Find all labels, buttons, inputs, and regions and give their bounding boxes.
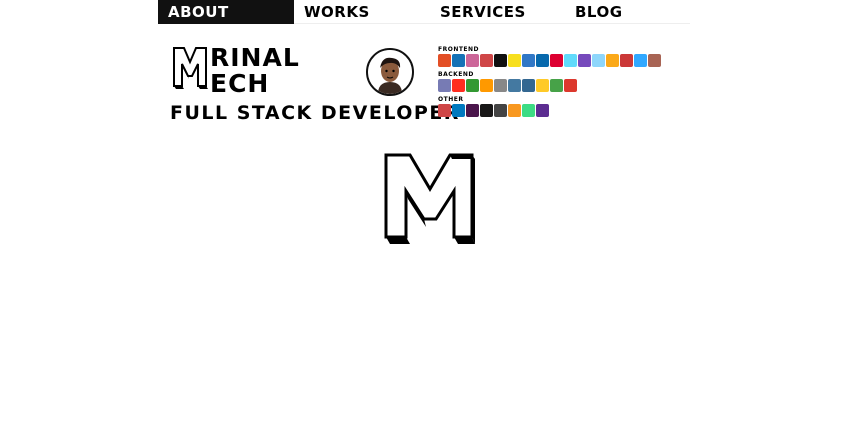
bootstrap-icon <box>494 54 507 67</box>
html5-icon <box>438 54 451 67</box>
sass-icon <box>466 54 479 67</box>
photoshop-icon <box>634 54 647 67</box>
role-title: FULL STACK DEVELOPER <box>170 102 460 124</box>
frontend-label: FRONTEND <box>438 46 480 53</box>
tech-stack: FRONTEND BACKEND OTHER <box>438 46 678 121</box>
redis-icon <box>564 79 577 92</box>
nav-about[interactable]: ABOUT <box>158 0 294 24</box>
react-icon <box>564 54 577 67</box>
github-icon <box>480 104 493 117</box>
css3-icon <box>452 54 465 67</box>
mysql-icon <box>508 79 521 92</box>
javascript-icon <box>508 54 521 67</box>
npm-icon <box>620 54 633 67</box>
pug-icon <box>648 54 661 67</box>
main-nav: ABOUT WORKS SERVICES BLOG <box>158 0 690 24</box>
java-icon <box>508 104 521 117</box>
nodejs-icon <box>466 79 479 92</box>
other-label: OTHER <box>438 96 464 103</box>
other-icons <box>438 104 678 118</box>
postgresql-icon <box>522 79 535 92</box>
angular-icon <box>550 54 563 67</box>
jquery-icon <box>536 54 549 67</box>
redux-icon <box>578 54 591 67</box>
logo-m-icon <box>173 47 208 89</box>
trello-icon <box>452 104 465 117</box>
backend-icons <box>438 79 678 93</box>
laravel-icon <box>452 79 465 92</box>
firebase-icon <box>536 79 549 92</box>
avatar-portrait-icon <box>368 50 412 94</box>
aws-icon <box>480 79 493 92</box>
nav-blog[interactable]: BLOG <box>565 0 690 24</box>
big-m-logo-icon <box>384 153 475 244</box>
android-icon <box>522 104 535 117</box>
gulp-icon <box>480 54 493 67</box>
express-icon <box>494 79 507 92</box>
nav-services[interactable]: SERVICES <box>430 0 565 24</box>
php-icon <box>438 79 451 92</box>
gulp-alt-icon <box>438 104 451 117</box>
grunt-icon <box>606 54 619 67</box>
mongodb-icon <box>550 79 563 92</box>
name-line-1: RINAL <box>210 43 300 72</box>
slack-icon <box>466 104 479 117</box>
unity-icon <box>494 104 507 117</box>
frontend-icons <box>438 54 678 68</box>
typescript-icon <box>522 54 535 67</box>
avatar <box>366 48 414 96</box>
nav-works[interactable]: WORKS <box>294 0 430 24</box>
visualstudio-icon <box>536 104 549 117</box>
backend-label: BACKEND <box>438 71 474 78</box>
webpack-icon <box>592 54 605 67</box>
name-line-2: ECH <box>210 69 270 98</box>
